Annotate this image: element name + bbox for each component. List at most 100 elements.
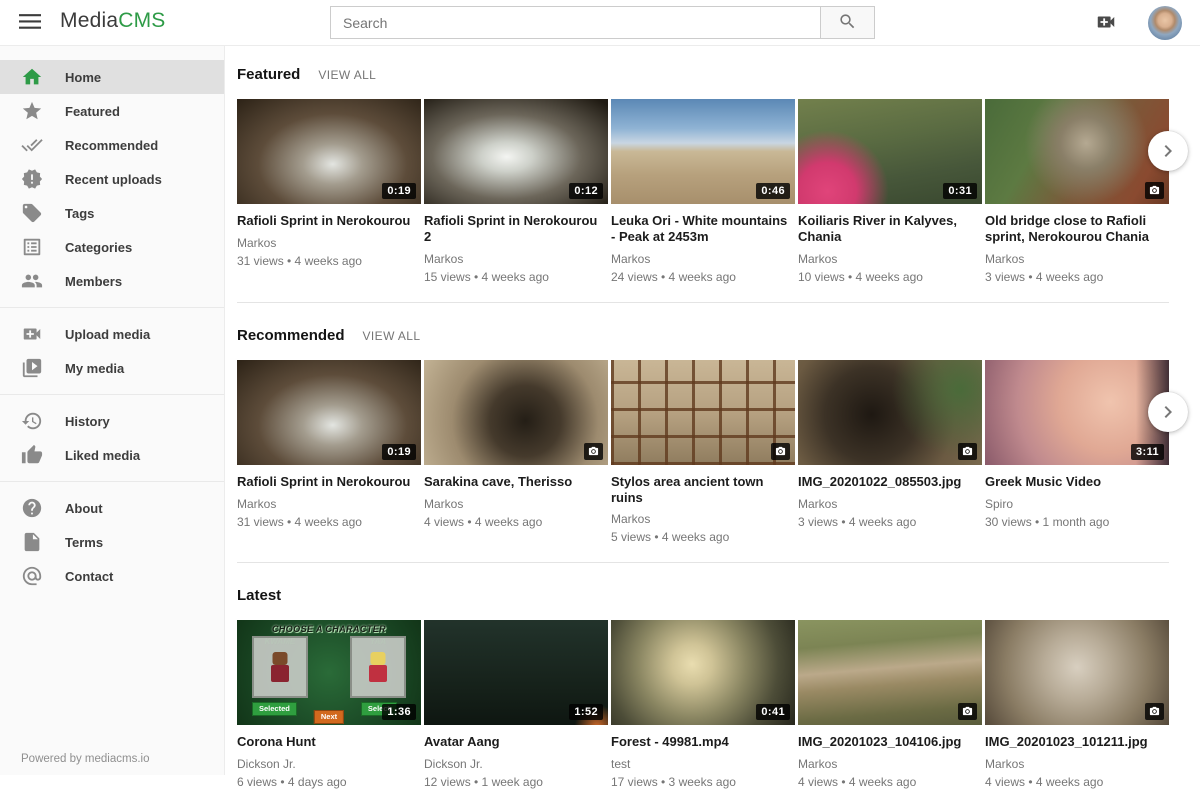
sidebar-item-about[interactable]: About bbox=[0, 491, 224, 525]
media-thumbnail[interactable]: 1:52 bbox=[424, 620, 608, 725]
media-title[interactable]: IMG_20201023_104106.jpg bbox=[798, 734, 982, 750]
sidebar-item-recent-uploads[interactable]: Recent uploads bbox=[0, 162, 224, 196]
search-button[interactable] bbox=[820, 6, 875, 39]
sidebar-item-contact[interactable]: Contact bbox=[0, 559, 224, 593]
view-all-link[interactable]: VIEW ALL bbox=[318, 68, 376, 82]
sidebar-item-label: Home bbox=[65, 70, 101, 85]
top-bar: MediaCMS bbox=[0, 0, 1200, 46]
media-author[interactable]: Dickson Jr. bbox=[237, 757, 421, 771]
media-card[interactable]: IMG_20201023_101211.jpg Markos 4 views •… bbox=[985, 620, 1169, 789]
media-author[interactable]: Markos bbox=[237, 497, 421, 511]
sidebar-item-members[interactable]: Members bbox=[0, 264, 224, 298]
game-title-text: CHOOSE A CHARACTER bbox=[237, 624, 421, 634]
media-thumbnail[interactable] bbox=[611, 360, 795, 465]
camera-icon bbox=[588, 446, 599, 457]
media-title[interactable]: IMG_20201022_085503.jpg bbox=[798, 474, 982, 490]
media-thumbnail[interactable]: 0:12 bbox=[424, 99, 608, 204]
media-thumbnail[interactable]: 3:11 bbox=[985, 360, 1169, 465]
media-card[interactable]: 0:31 Koiliaris River in Kalyves, Chania … bbox=[798, 99, 982, 284]
media-title[interactable]: Koiliaris River in Kalyves, Chania bbox=[798, 213, 982, 245]
carousel-next-button[interactable] bbox=[1148, 131, 1188, 171]
duration-badge: 1:36 bbox=[382, 704, 416, 720]
game-next-button: Next bbox=[314, 710, 344, 724]
sidebar-item-history[interactable]: History bbox=[0, 404, 224, 438]
media-title[interactable]: IMG_20201023_101211.jpg bbox=[985, 734, 1169, 750]
media-card[interactable]: 0:12 Rafioli Sprint in Nerokourou 2 Mark… bbox=[424, 99, 608, 284]
sidebar-item-recommended[interactable]: Recommended bbox=[0, 128, 224, 162]
sidebar-item-label: Featured bbox=[65, 104, 120, 119]
media-thumbnail[interactable] bbox=[424, 360, 608, 465]
carousel-next-button[interactable] bbox=[1148, 392, 1188, 432]
sidebar-item-home[interactable]: Home bbox=[0, 60, 224, 94]
media-author[interactable]: Markos bbox=[424, 497, 608, 511]
media-thumbnail[interactable]: 0:19 bbox=[237, 360, 421, 465]
media-title[interactable]: Avatar Aang bbox=[424, 734, 608, 750]
media-title[interactable]: Old bridge close to Rafioli sprint, Nero… bbox=[985, 213, 1169, 245]
media-title[interactable]: Leuka Ori - White mountains - Peak at 24… bbox=[611, 213, 795, 245]
view-all-link[interactable]: VIEW ALL bbox=[363, 329, 421, 343]
media-author[interactable]: Markos bbox=[985, 252, 1169, 266]
media-title[interactable]: Rafioli Sprint in Nerokourou bbox=[237, 213, 421, 229]
media-card[interactable]: 0:19 Rafioli Sprint in Nerokourou Markos… bbox=[237, 360, 421, 545]
sidebar-item-terms[interactable]: Terms bbox=[0, 525, 224, 559]
media-author[interactable]: Markos bbox=[798, 757, 982, 771]
menu-icon[interactable] bbox=[17, 12, 43, 34]
categories-icon bbox=[21, 236, 43, 258]
media-author[interactable]: Markos bbox=[611, 512, 795, 526]
media-author[interactable]: Markos bbox=[611, 252, 795, 266]
media-thumbnail[interactable]: CHOOSE A CHARACTER KWAME YAA Selected Se… bbox=[237, 620, 421, 725]
media-author[interactable]: Markos bbox=[424, 252, 608, 266]
media-thumbnail[interactable] bbox=[798, 360, 982, 465]
media-author[interactable]: test bbox=[611, 757, 795, 771]
media-card[interactable]: 3:11 Greek Music Video Spiro 30 views • … bbox=[985, 360, 1169, 545]
media-thumbnail[interactable] bbox=[798, 620, 982, 725]
media-title[interactable]: Corona Hunt bbox=[237, 734, 421, 750]
media-title[interactable]: Greek Music Video bbox=[985, 474, 1169, 490]
avatar[interactable] bbox=[1148, 6, 1182, 40]
media-card[interactable]: IMG_20201023_104106.jpg Markos 4 views •… bbox=[798, 620, 982, 789]
terms-icon bbox=[21, 531, 43, 553]
add-media-icon[interactable] bbox=[1092, 11, 1120, 35]
sidebar-item-my-media[interactable]: My media bbox=[0, 351, 224, 385]
media-author[interactable]: Markos bbox=[985, 757, 1169, 771]
media-author[interactable]: Markos bbox=[798, 497, 982, 511]
media-thumbnail[interactable]: 0:41 bbox=[611, 620, 795, 725]
media-card[interactable]: 0:41 Forest - 49981.mp4 test 17 views • … bbox=[611, 620, 795, 789]
media-card[interactable]: Old bridge close to Rafioli sprint, Nero… bbox=[985, 99, 1169, 284]
media-thumbnail[interactable]: 0:46 bbox=[611, 99, 795, 204]
media-thumbnail[interactable]: 0:19 bbox=[237, 99, 421, 204]
media-card[interactable]: 0:46 Leuka Ori - White mountains - Peak … bbox=[611, 99, 795, 284]
media-author[interactable]: Markos bbox=[237, 236, 421, 250]
media-title[interactable]: Rafioli Sprint in Nerokourou 2 bbox=[424, 213, 608, 245]
sidebar-item-categories[interactable]: Categories bbox=[0, 230, 224, 264]
game-character-panel bbox=[252, 636, 308, 698]
media-card[interactable]: IMG_20201022_085503.jpg Markos 3 views •… bbox=[798, 360, 982, 545]
media-thumbnail[interactable] bbox=[985, 99, 1169, 204]
media-author[interactable]: Dickson Jr. bbox=[424, 757, 608, 771]
media-thumbnail[interactable] bbox=[985, 620, 1169, 725]
sidebar-item-upload-media[interactable]: Upload media bbox=[0, 317, 224, 351]
sidebar: Home Featured Recommended Recent uploads… bbox=[0, 46, 225, 775]
sidebar-item-featured[interactable]: Featured bbox=[0, 94, 224, 128]
media-meta: 30 views • 1 month ago bbox=[985, 515, 1169, 529]
media-title[interactable]: Sarakina cave, Therisso bbox=[424, 474, 608, 490]
media-card[interactable]: 1:52 Avatar Aang Dickson Jr. 12 views • … bbox=[424, 620, 608, 789]
powered-by-link[interactable]: Powered by mediacms.io bbox=[21, 753, 149, 765]
media-meta: 3 views • 4 weeks ago bbox=[985, 270, 1169, 284]
media-author[interactable]: Markos bbox=[798, 252, 982, 266]
media-card[interactable]: 0:19 Rafioli Sprint in Nerokourou Markos… bbox=[237, 99, 421, 284]
media-card[interactable]: CHOOSE A CHARACTER KWAME YAA Selected Se… bbox=[237, 620, 421, 789]
media-title[interactable]: Rafioli Sprint in Nerokourou bbox=[237, 474, 421, 490]
media-card[interactable]: Stylos area ancient town ruins Markos 5 … bbox=[611, 360, 795, 545]
media-card[interactable]: Sarakina cave, Therisso Markos 4 views •… bbox=[424, 360, 608, 545]
search-input[interactable] bbox=[330, 6, 820, 39]
logo[interactable]: MediaCMS bbox=[60, 9, 165, 33]
media-title[interactable]: Forest - 49981.mp4 bbox=[611, 734, 795, 750]
duration-badge: 0:41 bbox=[756, 704, 790, 720]
sidebar-item-tags[interactable]: Tags bbox=[0, 196, 224, 230]
tag-icon bbox=[21, 202, 43, 224]
media-author[interactable]: Spiro bbox=[985, 497, 1169, 511]
media-thumbnail[interactable]: 0:31 bbox=[798, 99, 982, 204]
media-title[interactable]: Stylos area ancient town ruins bbox=[611, 474, 795, 506]
sidebar-item-liked-media[interactable]: Liked media bbox=[0, 438, 224, 472]
